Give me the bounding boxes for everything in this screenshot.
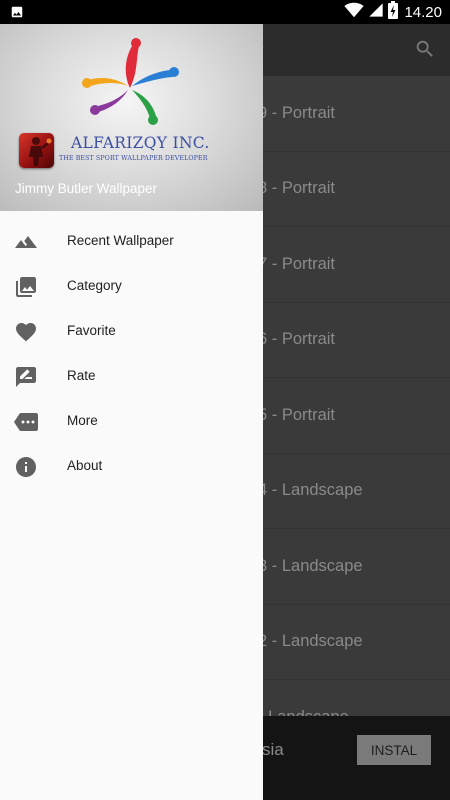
heart-icon bbox=[14, 320, 38, 344]
menu-item-label: Favorite bbox=[67, 323, 116, 338]
navigation-drawer: ALFARIZQY INC. THE BEST SPORT WALLPAPER … bbox=[0, 24, 263, 800]
photo-library-icon bbox=[14, 275, 38, 299]
more-tag-icon bbox=[14, 410, 38, 434]
install-button[interactable]: INSTAL bbox=[357, 735, 431, 765]
drawer-menu: Recent Wallpaper Category Favorite Rate … bbox=[0, 219, 263, 489]
menu-item-label: Category bbox=[67, 278, 122, 293]
menu-item-rate[interactable]: Rate bbox=[0, 354, 263, 399]
rate-review-icon bbox=[14, 365, 38, 389]
menu-item-label: Rate bbox=[67, 368, 96, 383]
menu-item-label: Recent Wallpaper bbox=[67, 233, 174, 248]
menu-item-label: About bbox=[67, 458, 103, 473]
menu-item-label: More bbox=[67, 413, 98, 428]
brand-name: ALFARIZQY INC. bbox=[71, 134, 210, 152]
drawer-header: ALFARIZQY INC. THE BEST SPORT WALLPAPER … bbox=[0, 24, 263, 211]
landscape-icon bbox=[14, 230, 38, 254]
info-icon bbox=[14, 455, 38, 479]
signal-icon bbox=[368, 2, 384, 23]
ad-text: sia bbox=[262, 740, 284, 759]
wifi-icon bbox=[344, 2, 365, 23]
menu-item-recent-wallpaper[interactable]: Recent Wallpaper bbox=[0, 219, 263, 264]
menu-item-favorite[interactable]: Favorite bbox=[0, 309, 263, 354]
app-avatar bbox=[19, 133, 54, 168]
menu-item-more[interactable]: More bbox=[0, 399, 263, 444]
image-icon bbox=[10, 5, 24, 24]
search-icon[interactable] bbox=[414, 38, 436, 65]
brand-tagline: THE BEST SPORT WALLPAPER DEVELOPER bbox=[59, 155, 208, 162]
status-time: 14.20 bbox=[404, 3, 442, 21]
menu-item-category[interactable]: Category bbox=[0, 264, 263, 309]
app-name: Jimmy Butler Wallpaper bbox=[15, 181, 158, 196]
brand-logo bbox=[80, 36, 180, 137]
menu-item-about[interactable]: About bbox=[0, 444, 263, 489]
battery-charging-icon bbox=[388, 0, 399, 24]
status-bar: 14.20 bbox=[0, 0, 450, 24]
